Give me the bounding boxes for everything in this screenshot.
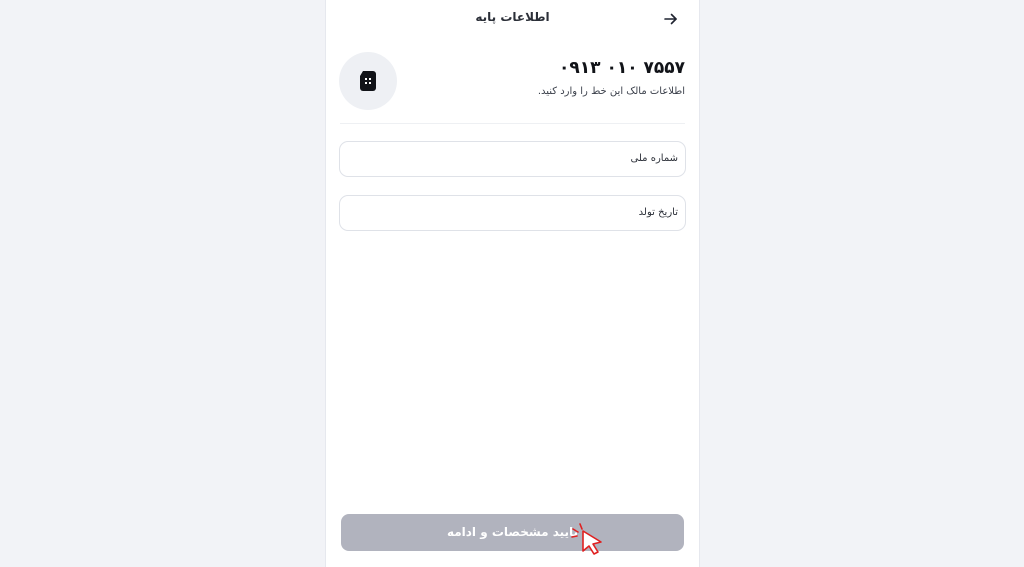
birth-date-label: تاریخ تولد — [638, 207, 678, 218]
national-id-field[interactable]: شماره ملی — [339, 141, 686, 177]
phone-number: ۰۹۱۳ ۰۱۰ ۷۵۵۷ — [559, 58, 685, 78]
page-title: اطلاعات پایه — [475, 10, 550, 24]
owner-info-subtitle: اطلاعات مالک این خط را وارد کنید. — [537, 86, 685, 97]
birth-date-field[interactable]: تاریخ تولد — [339, 195, 686, 231]
national-id-label: شماره ملی — [630, 153, 678, 164]
confirm-continue-button[interactable]: تایید مشخصات و ادامه — [341, 514, 684, 551]
pointer-cursor-icon — [571, 523, 602, 555]
form-panel: اطلاعات پایه ۰۹۱۳ ۰۱۰ ۷۵۵۷ اطلاعات مالک … — [325, 0, 700, 567]
line-info: ۰۹۱۳ ۰۱۰ ۷۵۵۷ اطلاعات مالک این خط را وار… — [538, 58, 685, 97]
sim-card-icon — [360, 71, 376, 91]
divider — [340, 123, 685, 124]
page-header: اطلاعات پایه — [326, 0, 699, 38]
sim-avatar — [339, 52, 397, 110]
